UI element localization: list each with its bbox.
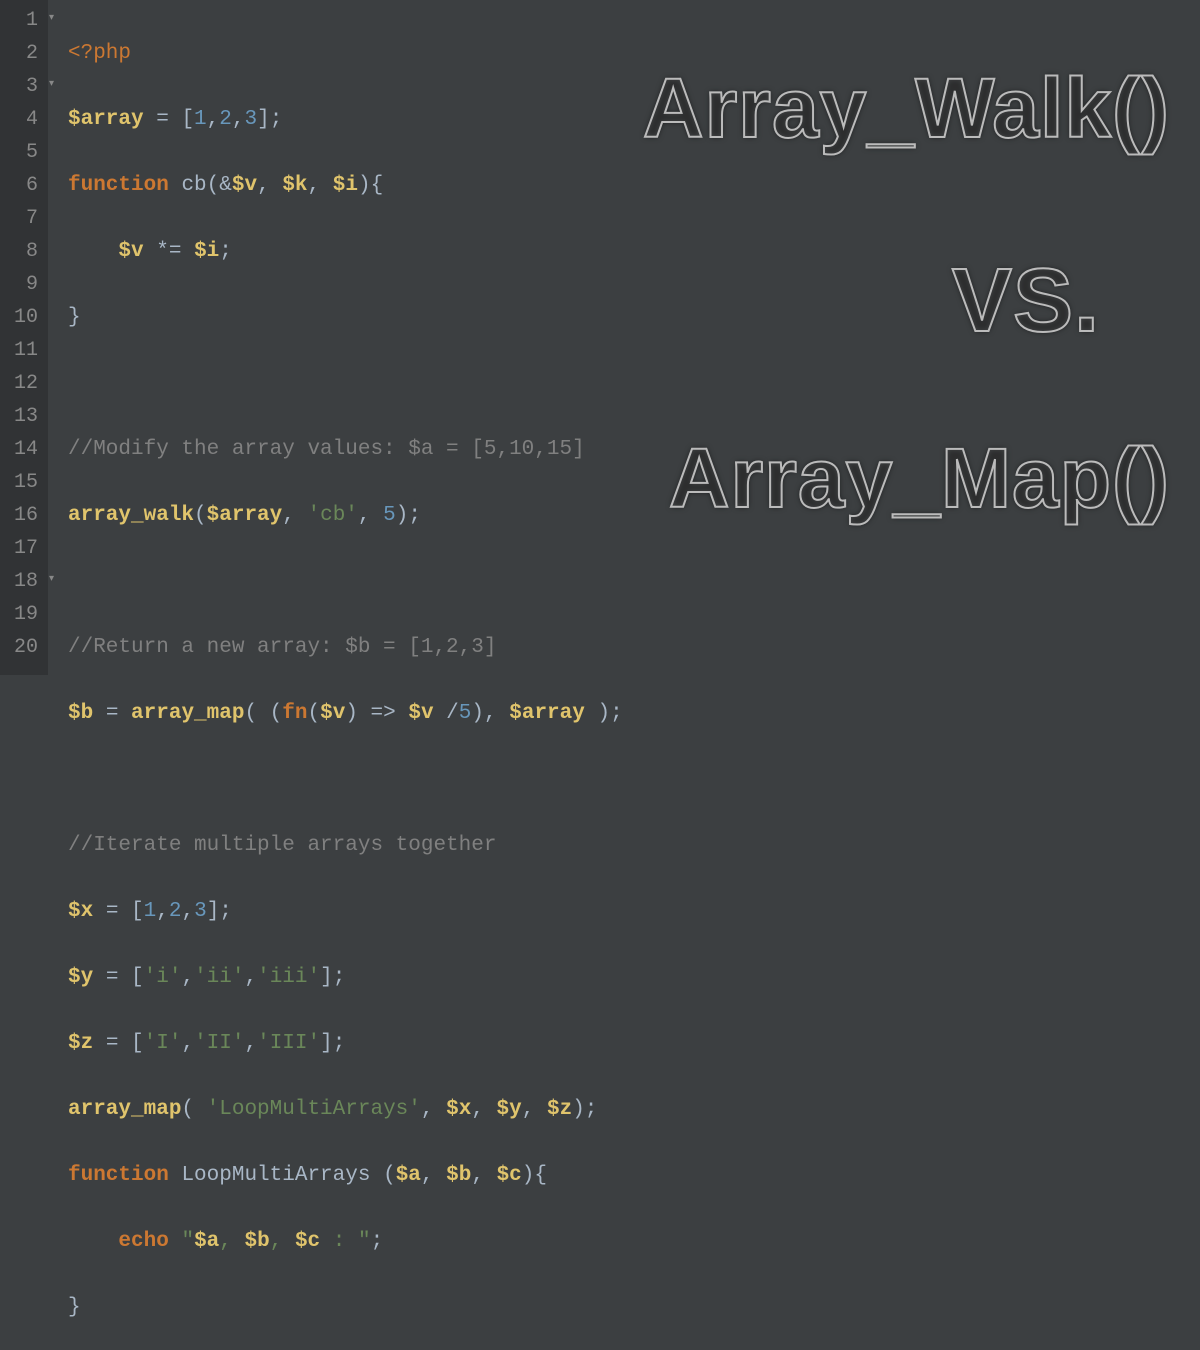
- fold-open-icon[interactable]: ▾: [49, 80, 59, 90]
- code-area[interactable]: <?php $array = [1,2,3]; function cb(&$v,…: [62, 0, 1200, 675]
- line-number: 20: [6, 631, 38, 664]
- line-number: 12: [6, 367, 38, 400]
- code-line: [68, 565, 1200, 598]
- line-number: 9: [6, 268, 38, 301]
- line-number: 8: [6, 235, 38, 268]
- code-line: echo "$a, $b, $c : ";: [68, 1225, 1200, 1258]
- line-number: 7: [6, 202, 38, 235]
- line-number: 15: [6, 466, 38, 499]
- line-number: 5: [6, 136, 38, 169]
- line-number: 10: [6, 301, 38, 334]
- line-number: 4: [6, 103, 38, 136]
- code-line: $array = [1,2,3];: [68, 103, 1200, 136]
- fold-open-icon[interactable]: ▾: [49, 575, 59, 585]
- code-line: $z = ['I','II','III'];: [68, 1027, 1200, 1060]
- code-line: $x = [1,2,3];: [68, 895, 1200, 928]
- code-line: array_map( 'LoopMultiArrays', $x, $y, $z…: [68, 1093, 1200, 1126]
- code-line: //Return a new array: $b = [1,2,3]: [68, 631, 1200, 664]
- code-line: [68, 763, 1200, 796]
- line-number: 14: [6, 433, 38, 466]
- code-line: }: [68, 301, 1200, 334]
- line-number: 3: [6, 70, 38, 103]
- line-number-gutter: 1 2 3 4 5 6 7 8 9 10 11 12 13 14 15 16 1…: [0, 0, 48, 675]
- line-number: 13: [6, 400, 38, 433]
- code-line: $y = ['i','ii','iii'];: [68, 961, 1200, 994]
- code-editor: 1 2 3 4 5 6 7 8 9 10 11 12 13 14 15 16 1…: [0, 0, 1200, 675]
- code-line: $v *= $i;: [68, 235, 1200, 268]
- code-line: }: [68, 1291, 1200, 1324]
- code-line: //Modify the array values: $a = [5,10,15…: [68, 433, 1200, 466]
- code-line: array_walk($array, 'cb', 5);: [68, 499, 1200, 532]
- fold-open-icon[interactable]: ▾: [49, 14, 59, 24]
- line-number: 2: [6, 37, 38, 70]
- line-number: 1: [6, 4, 38, 37]
- code-line: function cb(&$v, $k, $i){: [68, 169, 1200, 202]
- php-open-tag: <?php: [68, 42, 131, 65]
- fold-column: ▾ ▾ ▾: [48, 0, 62, 675]
- code-line: function LoopMultiArrays ($a, $b, $c){: [68, 1159, 1200, 1192]
- code-line: //Iterate multiple arrays together: [68, 829, 1200, 862]
- line-number: 17: [6, 532, 38, 565]
- line-number: 16: [6, 499, 38, 532]
- line-number: 11: [6, 334, 38, 367]
- line-number: 19: [6, 598, 38, 631]
- code-line: [68, 367, 1200, 400]
- line-number: 18: [6, 565, 38, 598]
- code-line: <?php: [68, 37, 1200, 70]
- line-number: 6: [6, 169, 38, 202]
- code-line: $b = array_map( (fn($v) => $v /5), $arra…: [68, 697, 1200, 730]
